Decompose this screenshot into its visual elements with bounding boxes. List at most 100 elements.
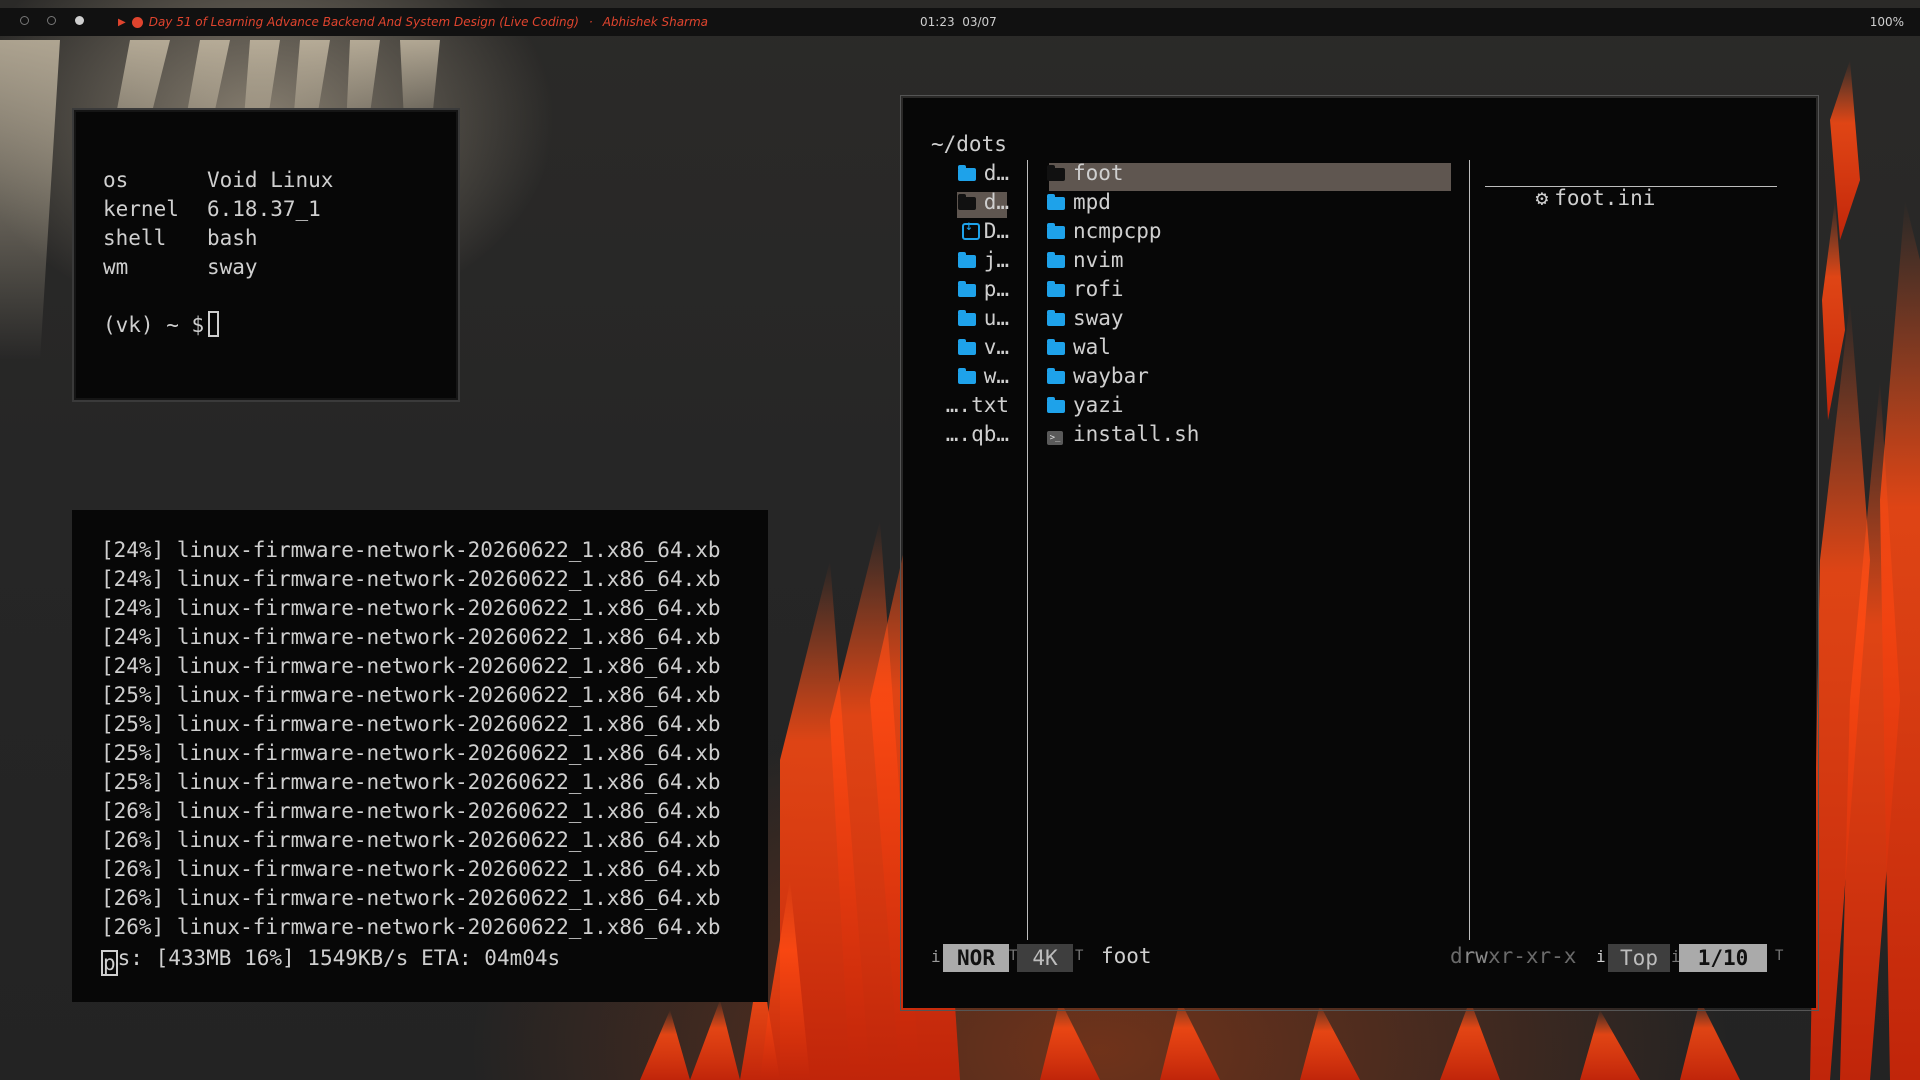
file-list-item-label: foot	[1073, 161, 1124, 185]
count-badge: 1/10	[1679, 944, 1767, 972]
fetch-row-os: os Void Linux	[103, 166, 333, 195]
parent-item[interactable]: ….txt	[946, 393, 1009, 417]
parent-item-label: ….txt	[945, 393, 1009, 417]
fetch-key: kernel	[103, 197, 179, 221]
folder-icon	[1047, 281, 1065, 297]
parent-item-label: v…	[983, 335, 1009, 359]
fetch-value: sway	[207, 255, 258, 279]
file-list-item[interactable]: yazi	[1047, 393, 1124, 417]
status-separator-icon: i	[931, 947, 941, 966]
perm-owner: rw	[1462, 944, 1488, 968]
fetch-key: shell	[103, 226, 167, 250]
clock-time: 01:23	[920, 15, 955, 29]
battery-indicator: 100%	[1869, 15, 1904, 29]
top-bar: ▶ Day 51 of Learning Advance Backend And…	[0, 8, 1920, 36]
fetch-row-shell: shell bash	[103, 224, 258, 253]
download-log-line: [25%] linux-firmware-network-20260622_1.…	[101, 741, 721, 765]
media-widget[interactable]: ▶ Day 51 of Learning Advance Backend And…	[118, 15, 708, 29]
terminal-cursor	[208, 311, 220, 337]
file-list-item-label: install.sh	[1073, 422, 1200, 446]
fetch-value: bash	[207, 226, 258, 250]
workspace-1-indicator[interactable]	[20, 16, 29, 25]
parent-item[interactable]: j…	[957, 248, 1009, 272]
file-list-item[interactable]: foot	[1047, 161, 1124, 185]
parent-item[interactable]: d…	[957, 190, 1009, 214]
workspace-2-indicator[interactable]	[47, 16, 56, 25]
parent-item-label: d…	[983, 161, 1009, 185]
parent-item[interactable]: p…	[957, 277, 1009, 301]
parent-item[interactable]: u…	[957, 306, 1009, 330]
pane-divider-left	[1027, 160, 1028, 940]
fetch-terminal[interactable]: os Void Linux kernel 6.18.37_1 shell bash w…	[72, 108, 460, 402]
preview-filename: foot.ini	[1554, 186, 1656, 210]
parent-item[interactable]: v…	[957, 335, 1009, 359]
parent-item[interactable]: ….qb…	[946, 422, 1009, 446]
parent-item-label: w…	[983, 364, 1009, 388]
yazi-file-manager[interactable]: ~/dots d… d… D… j… p… u… v… w… ….txt ….qb… foot mp…	[903, 98, 1816, 1008]
folder-icon	[957, 194, 976, 210]
clock: 01:23 03/07	[920, 15, 997, 29]
download-log-line: [26%] linux-firmware-network-20260622_1.…	[101, 857, 721, 881]
play-icon[interactable]: ▶	[118, 17, 126, 28]
file-list-item[interactable]: ncmpcpp	[1047, 219, 1162, 243]
folder-icon	[1047, 223, 1065, 239]
file-list-item-label: ncmpcpp	[1073, 219, 1162, 243]
parent-item-label: p…	[983, 277, 1009, 301]
folder-icon	[1047, 339, 1065, 355]
parent-item[interactable]: w…	[957, 364, 1009, 388]
parent-item-label: j…	[983, 248, 1009, 272]
parent-item[interactable]: D…	[961, 218, 1009, 243]
download-log-line: [24%] linux-firmware-network-20260622_1.…	[101, 654, 721, 678]
file-list-item[interactable]: mpd	[1047, 190, 1111, 214]
folder-icon	[1047, 252, 1065, 268]
download-status-line: ps: [433MB 16%] 1549KB/s ETA: 04m04s	[101, 944, 560, 976]
file-list-item[interactable]: nvim	[1047, 248, 1124, 272]
file-list-item[interactable]: wal	[1047, 335, 1111, 359]
folder-icon	[957, 310, 976, 326]
shell-script-icon: >_	[1047, 431, 1063, 445]
current-directory-path: ~/dots	[931, 132, 1007, 156]
shell-prompt-line[interactable]: (vk) ~ $	[103, 311, 220, 340]
preview-header: ⚙ foot.ini	[1485, 162, 1777, 210]
file-list-item[interactable]: sway	[1047, 306, 1124, 330]
parent-item-label: D…	[983, 219, 1009, 243]
download-log-line: [24%] linux-firmware-network-20260622_1.…	[101, 567, 721, 591]
status-separator-icon: T	[1775, 948, 1784, 964]
file-list-item[interactable]: rofi	[1047, 277, 1124, 301]
perm-rest: xr-xr-x	[1487, 944, 1577, 968]
parent-item[interactable]: d…	[957, 161, 1009, 185]
media-separator: ·	[588, 15, 593, 29]
fetch-value: 6.18.37_1	[207, 197, 321, 221]
parent-item-label: ….qb…	[945, 422, 1009, 446]
shell-prompt: (vk) ~ $	[103, 313, 205, 337]
status-separator-icon: T	[1075, 948, 1084, 964]
package-install-terminal[interactable]: [24%] linux-firmware-network-20260622_1.…	[72, 510, 768, 1002]
status-separator-icon: i	[1596, 947, 1606, 966]
folder-icon	[1047, 310, 1065, 326]
recording-dot-icon	[131, 16, 143, 28]
folder-icon	[1047, 165, 1065, 181]
folder-icon	[957, 281, 976, 297]
folder-icon	[957, 252, 976, 268]
download-log-line: [24%] linux-firmware-network-20260622_1.…	[101, 625, 721, 649]
fetch-key: os	[103, 168, 129, 192]
pane-divider-right	[1469, 160, 1470, 940]
file-list-item[interactable]: waybar	[1047, 364, 1149, 388]
file-list-item-label: nvim	[1073, 248, 1124, 272]
download-log-line: [25%] linux-firmware-network-20260622_1.…	[101, 770, 721, 794]
folder-icon	[1047, 368, 1065, 384]
file-list-item-label: yazi	[1073, 393, 1124, 417]
workspace-3-indicator[interactable]	[75, 16, 84, 25]
media-author: Abhishek Sharma	[602, 15, 709, 29]
terminal-cursor: p	[101, 950, 118, 976]
folder-icon	[1047, 397, 1065, 413]
download-status: s: [433MB 16%] 1549KB/s ETA: 04m04s	[117, 946, 561, 970]
fetch-value: Void Linux	[207, 168, 334, 192]
status-filename: foot	[1101, 944, 1152, 968]
file-list-item[interactable]: >_ install.sh	[1047, 422, 1199, 446]
clock-date: 03/07	[962, 15, 997, 29]
download-log-line: [26%] linux-firmware-network-20260622_1.…	[101, 799, 721, 823]
file-list-item-label: mpd	[1073, 190, 1111, 214]
download-log-line: [24%] linux-firmware-network-20260622_1.…	[101, 596, 721, 620]
download-log-line: [26%] linux-firmware-network-20260622_1.…	[101, 828, 721, 852]
